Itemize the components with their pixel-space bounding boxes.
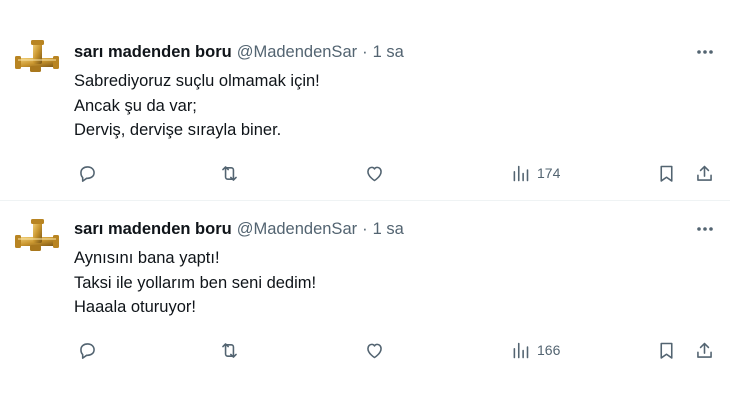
tweet-text-line: Derviş, dervişe sırayla biner. bbox=[74, 121, 282, 139]
tweet-text-line: Sabrediyoruz suçlu olmamak için! bbox=[74, 72, 320, 90]
more-button[interactable] bbox=[694, 41, 716, 63]
more-icon bbox=[697, 227, 713, 231]
tweet-text-line: Ancak şu da var; bbox=[74, 96, 197, 115]
action-bar: 174 bbox=[74, 161, 716, 185]
retweet-icon bbox=[222, 342, 237, 358]
tweet-text: Sabrediyoruz suçlu olmamak için! Ancak ş… bbox=[74, 69, 710, 143]
reply-button[interactable] bbox=[77, 338, 98, 362]
brass-fitting-icon bbox=[15, 219, 59, 251]
tweet-text: Aynısını bana yaptı! Taksi ile yollarım … bbox=[74, 246, 710, 320]
tweet[interactable]: sarı madenden boru @MadendenSar · 1 sa S… bbox=[0, 0, 730, 200]
bookmark-icon bbox=[660, 165, 673, 182]
share-icon bbox=[697, 165, 712, 181]
like-button[interactable] bbox=[364, 161, 385, 185]
views-icon bbox=[513, 342, 529, 358]
timestamp[interactable]: 1 sa bbox=[373, 220, 404, 239]
views-count: 174 bbox=[537, 165, 561, 181]
tweet-text-line: Haaala oturuyor! bbox=[74, 298, 196, 316]
tweet-header: sarı madenden boru @MadendenSar · 1 sa bbox=[74, 217, 716, 241]
bookmark-button[interactable] bbox=[656, 338, 677, 362]
share-icon bbox=[697, 342, 712, 358]
tweet-text-line: Aynısını bana yaptı! bbox=[74, 249, 220, 267]
more-button[interactable] bbox=[694, 218, 716, 240]
tweet-header: sarı madenden boru @MadendenSar · 1 sa bbox=[74, 40, 716, 64]
reply-icon bbox=[80, 165, 95, 182]
bookmark-icon bbox=[660, 342, 673, 359]
separator: · bbox=[362, 42, 368, 61]
bookmark-button[interactable] bbox=[656, 161, 677, 185]
more-icon bbox=[697, 50, 713, 54]
views-icon bbox=[513, 165, 529, 181]
retweet-button[interactable] bbox=[219, 338, 240, 362]
brass-fitting-icon bbox=[15, 40, 59, 72]
avatar[interactable] bbox=[14, 217, 60, 263]
retweet-icon bbox=[222, 165, 237, 181]
tweet[interactable]: sarı madenden boru @MadendenSar · 1 sa A… bbox=[0, 201, 730, 420]
views-button[interactable]: 174 bbox=[510, 161, 560, 185]
separator: · bbox=[362, 219, 368, 238]
author-handle[interactable]: @MadendenSar bbox=[237, 43, 357, 62]
share-button[interactable] bbox=[694, 338, 715, 362]
reply-icon bbox=[80, 342, 95, 359]
author-name[interactable]: sarı madenden boru bbox=[74, 43, 232, 62]
like-icon bbox=[367, 343, 382, 358]
views-count: 166 bbox=[537, 342, 561, 358]
like-icon bbox=[367, 166, 382, 181]
timestamp[interactable]: 1 sa bbox=[373, 43, 404, 62]
avatar[interactable] bbox=[14, 38, 60, 84]
reply-button[interactable] bbox=[77, 161, 98, 185]
retweet-button[interactable] bbox=[219, 161, 240, 185]
tweet-text-line: Taksi ile yollarım ben seni dedim! bbox=[74, 273, 317, 292]
author-handle[interactable]: @MadendenSar bbox=[237, 220, 357, 239]
like-button[interactable] bbox=[364, 338, 385, 362]
author-name[interactable]: sarı madenden boru bbox=[74, 220, 232, 239]
action-bar: 166 bbox=[74, 338, 716, 362]
share-button[interactable] bbox=[694, 161, 715, 185]
views-button[interactable]: 166 bbox=[510, 338, 560, 362]
